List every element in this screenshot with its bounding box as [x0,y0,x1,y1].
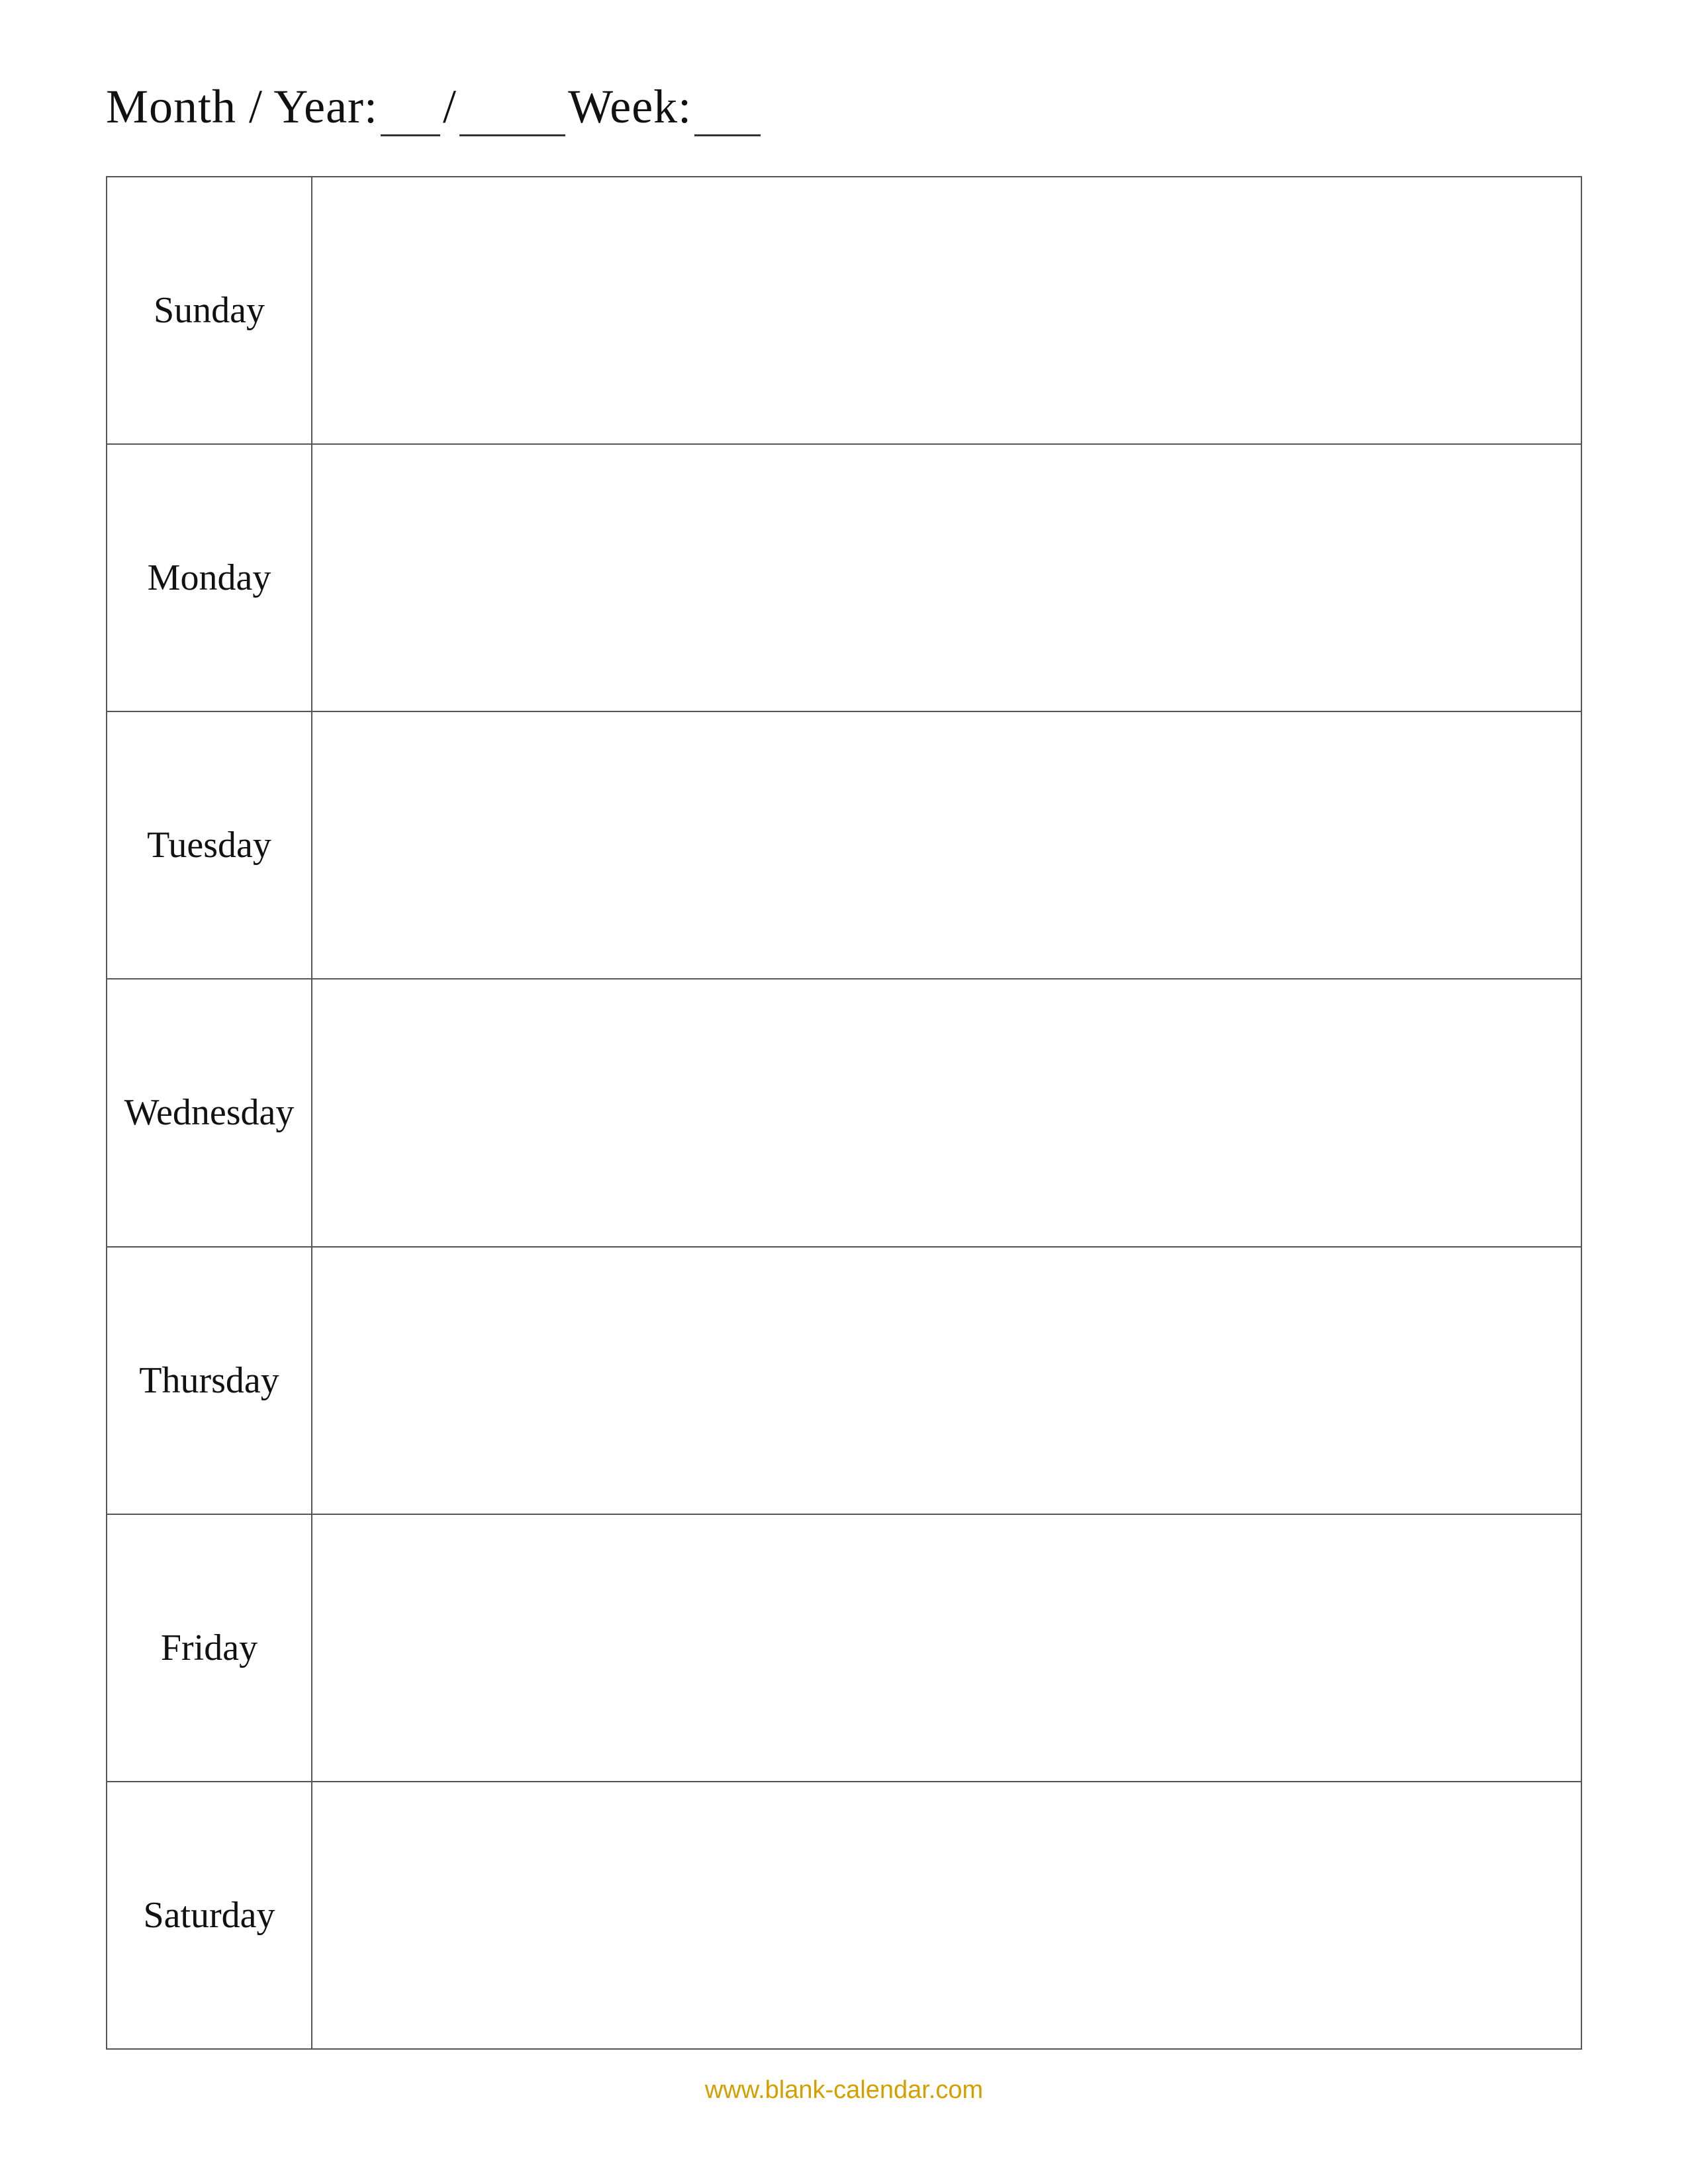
day-content-cell-tuesday[interactable] [312,711,1581,979]
table-row: Monday [107,444,1581,711]
table-row: Saturday [107,1782,1581,2049]
day-content-cell-friday[interactable] [312,1514,1581,1782]
day-label-cell-monday: Monday [107,444,312,711]
table-row: Tuesday [107,711,1581,979]
week-table: SundayMondayTuesdayWednesdayThursdayFrid… [106,176,1582,2050]
year-blank [459,79,565,136]
page-container: Month / Year: / Week: SundayMondayTuesda… [0,0,1688,2184]
day-content-cell-thursday[interactable] [312,1247,1581,1514]
day-label-cell-tuesday: Tuesday [107,711,312,979]
day-label-cell-sunday: Sunday [107,177,312,444]
table-row: Sunday [107,177,1581,444]
day-label-cell-friday: Friday [107,1514,312,1782]
day-label-cell-thursday: Thursday [107,1247,312,1514]
week-blank [694,79,761,136]
separator: / [443,79,457,134]
day-content-cell-saturday[interactable] [312,1782,1581,2049]
month-year-label: Month / Year: [106,79,378,134]
day-label-cell-wednesday: Wednesday [107,979,312,1246]
footer-url: www.blank-calendar.com [705,2076,983,2104]
day-content-cell-sunday[interactable] [312,177,1581,444]
table-row: Thursday [107,1247,1581,1514]
day-content-cell-monday[interactable] [312,444,1581,711]
week-label: Week: [568,79,692,134]
month-blank [381,79,440,136]
header-row: Month / Year: / Week: [106,79,1582,136]
footer: www.blank-calendar.com [106,2076,1582,2105]
day-label-cell-saturday: Saturday [107,1782,312,2049]
table-row: Friday [107,1514,1581,1782]
table-row: Wednesday [107,979,1581,1246]
day-content-cell-wednesday[interactable] [312,979,1581,1246]
